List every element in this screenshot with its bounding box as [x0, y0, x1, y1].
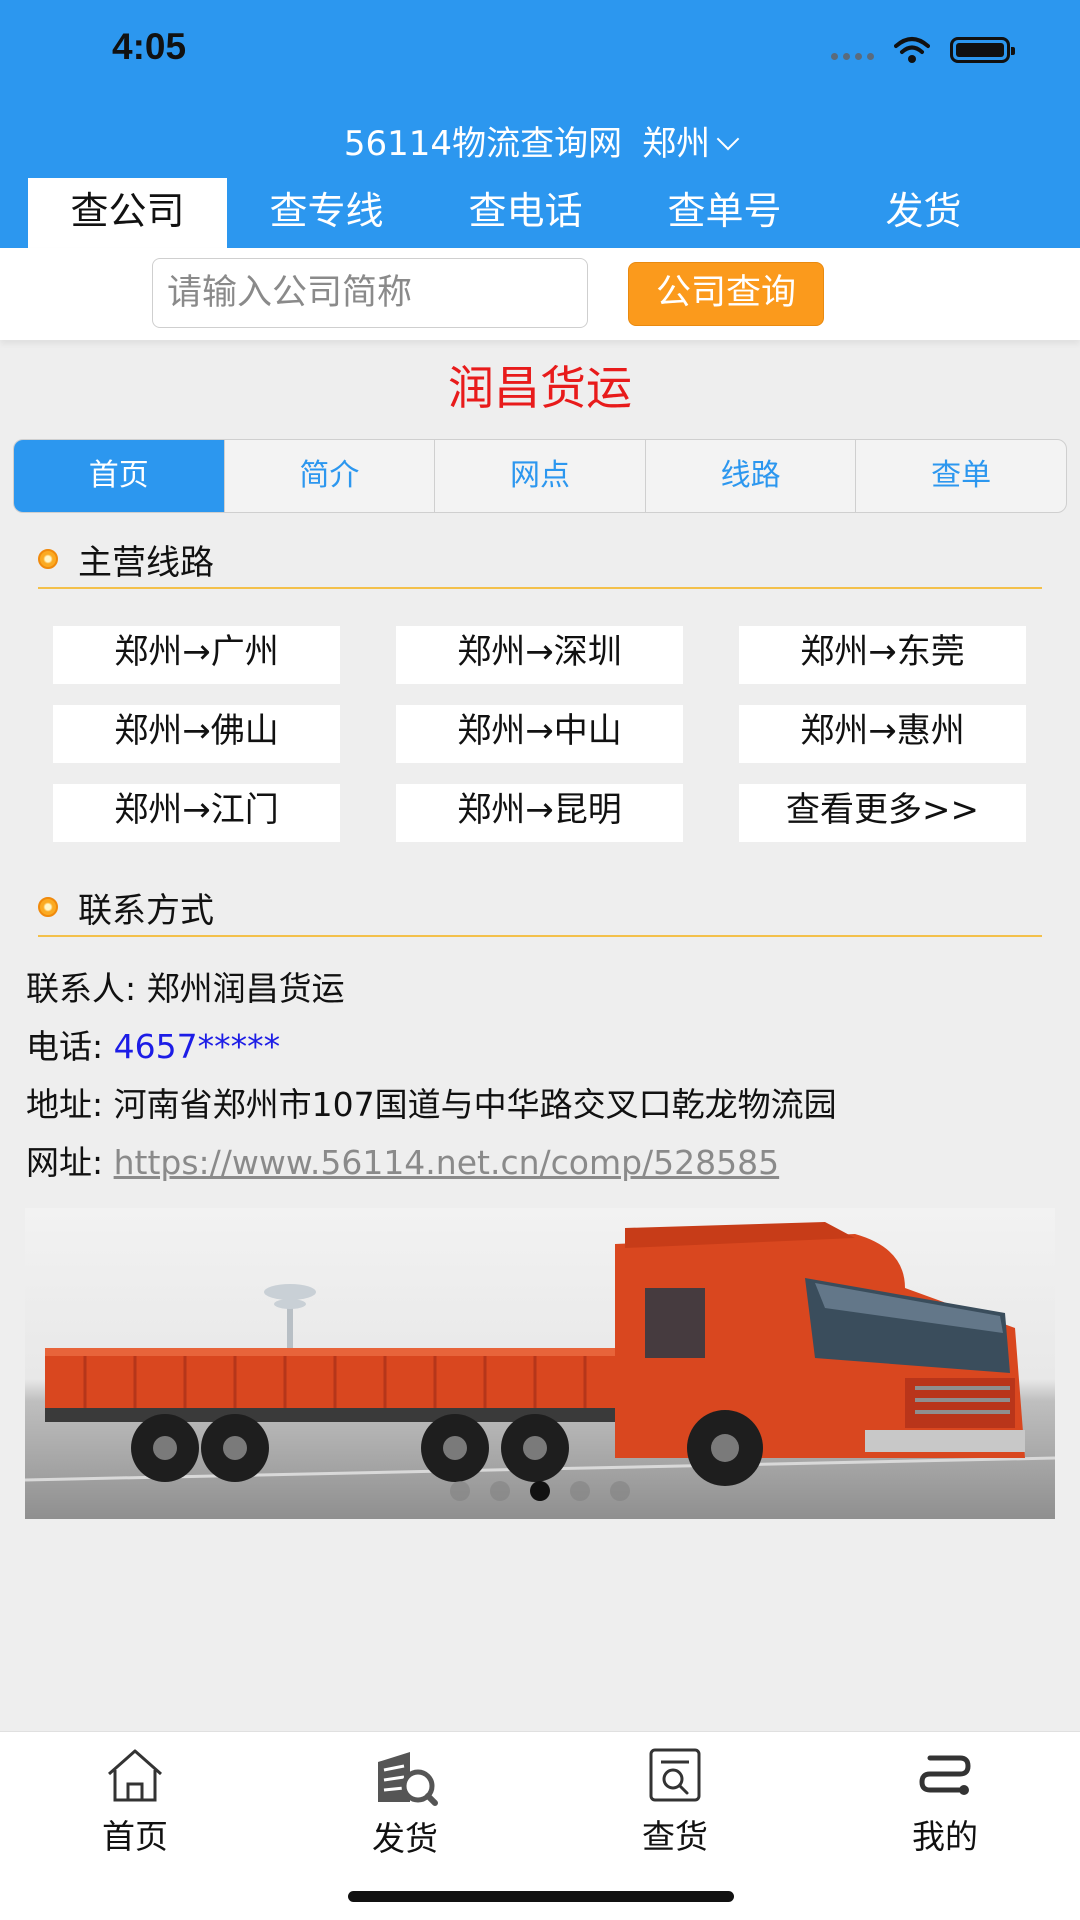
routes-section-title: 主营线路 [78, 542, 214, 583]
tab-ship[interactable]: 发货 [824, 178, 1023, 248]
cellular-signal-icon [831, 52, 874, 60]
tab-company[interactable]: 查公司 [28, 178, 227, 248]
chevron-down-icon [716, 127, 740, 151]
route-item[interactable]: 郑州→惠州 [739, 705, 1026, 763]
carousel-indicator [25, 1481, 1055, 1501]
home-icon [108, 1749, 162, 1802]
company-tab-intro[interactable]: 简介 [225, 440, 436, 512]
city-label: 郑州 [642, 124, 711, 164]
contact-person-row: 联系人: 郑州润昌货运 [26, 960, 837, 1018]
company-tab-branches[interactable]: 网点 [435, 440, 646, 512]
company-tab-routes[interactable]: 线路 [646, 440, 857, 512]
wifi-icon [894, 37, 930, 63]
company-tab-home[interactable]: 首页 [14, 440, 225, 512]
route-item[interactable]: 郑州→佛山 [53, 705, 340, 763]
contact-address-row: 地址: 河南省郑州市107国道与中华路交叉口乾龙物流园 [26, 1076, 837, 1134]
city-selector[interactable]: 郑州 [642, 124, 740, 164]
app-title-bar: 56114物流查询网 郑州 [0, 116, 1080, 165]
nav-home-label: 首页 [102, 1817, 168, 1856]
carousel-dot[interactable] [450, 1481, 470, 1501]
route-list: 郑州→广州 郑州→深圳 郑州→东莞 郑州→佛山 郑州→中山 郑州→惠州 郑州→江… [53, 626, 1027, 842]
nav-ship-goods-label: 发货 [372, 1819, 438, 1858]
battery-icon [950, 37, 1015, 63]
route-icon [919, 1755, 971, 1795]
route-item[interactable]: 郑州→昆明 [396, 784, 683, 842]
contact-section-header: 联系方式 [38, 879, 1042, 937]
company-tab-tracking[interactable]: 查单 [856, 440, 1066, 512]
nav-home[interactable]: 首页 [0, 1732, 270, 1920]
route-item[interactable]: 郑州→江门 [53, 784, 340, 842]
company-name: 润昌货运 [448, 361, 632, 415]
tab-order-number[interactable]: 查单号 [625, 178, 824, 248]
company-search-button[interactable]: 公司查询 [628, 262, 824, 326]
carousel-dot[interactable] [570, 1481, 590, 1501]
contact-url-link[interactable]: https://www.56114.net.cn/comp/528585 [114, 1143, 780, 1182]
routes-section-header: 主营线路 [38, 531, 1042, 589]
contact-url-label: 网址: [26, 1143, 114, 1182]
route-item[interactable]: 郑州→中山 [396, 705, 683, 763]
contact-person: 郑州润昌货运 [146, 969, 345, 1008]
contact-url-row: 网址: https://www.56114.net.cn/comp/528585 [26, 1134, 837, 1192]
top-tabs: 查公司 查专线 查电话 查单号 发货 [28, 178, 1024, 248]
bullet-icon [38, 897, 58, 917]
contact-person-label: 联系人: [26, 969, 147, 1008]
tab-special-line[interactable]: 查专线 [227, 178, 426, 248]
tab-phone[interactable]: 查电话 [426, 178, 625, 248]
search-bar: 公司查询 [0, 248, 1080, 340]
carousel-dot[interactable] [610, 1481, 630, 1501]
carousel-dot[interactable] [490, 1481, 510, 1501]
contact-address: 河南省郑州市107国道与中华路交叉口乾龙物流园 [113, 1085, 837, 1124]
nav-search-goods-label: 查货 [642, 1817, 708, 1856]
route-item[interactable]: 郑州→深圳 [396, 626, 683, 684]
contact-section-title: 联系方式 [78, 890, 214, 931]
app-header: 4:05 56114物流查询网 郑州 查公司 查专线 查电话 查单号 发货 [0, 0, 1080, 248]
carousel-dot-active[interactable] [530, 1481, 550, 1501]
nav-mine[interactable]: 我的 [810, 1732, 1080, 1920]
ship-goods-icon [378, 1752, 438, 1806]
home-indicator[interactable] [348, 1891, 734, 1902]
status-time: 4:05 [112, 26, 187, 67]
status-icons [831, 36, 1015, 64]
nav-mine-label: 我的 [912, 1817, 978, 1856]
contact-info: 联系人: 郑州润昌货运 电话: 4657***** 地址: 河南省郑州市107国… [26, 960, 837, 1192]
image-carousel[interactable] [25, 1208, 1055, 1519]
contact-phone-row: 电话: 4657***** [26, 1018, 837, 1076]
truck-image [25, 1222, 1055, 1486]
view-more-routes-button[interactable]: 查看更多>> [739, 784, 1026, 842]
route-item[interactable]: 郑州→广州 [53, 626, 340, 684]
contact-phone-label: 电话: [26, 1027, 114, 1066]
contact-address-label: 地址: [26, 1085, 114, 1124]
search-goods-icon [649, 1748, 701, 1802]
contact-phone-link[interactable]: 4657***** [114, 1027, 280, 1066]
company-search-input[interactable] [152, 258, 588, 328]
bullet-icon [38, 549, 58, 569]
app-title: 56114物流查询网 [343, 124, 623, 164]
route-item[interactable]: 郑州→东莞 [739, 626, 1026, 684]
company-tabs: 首页 简介 网点 线路 查单 [13, 439, 1067, 513]
